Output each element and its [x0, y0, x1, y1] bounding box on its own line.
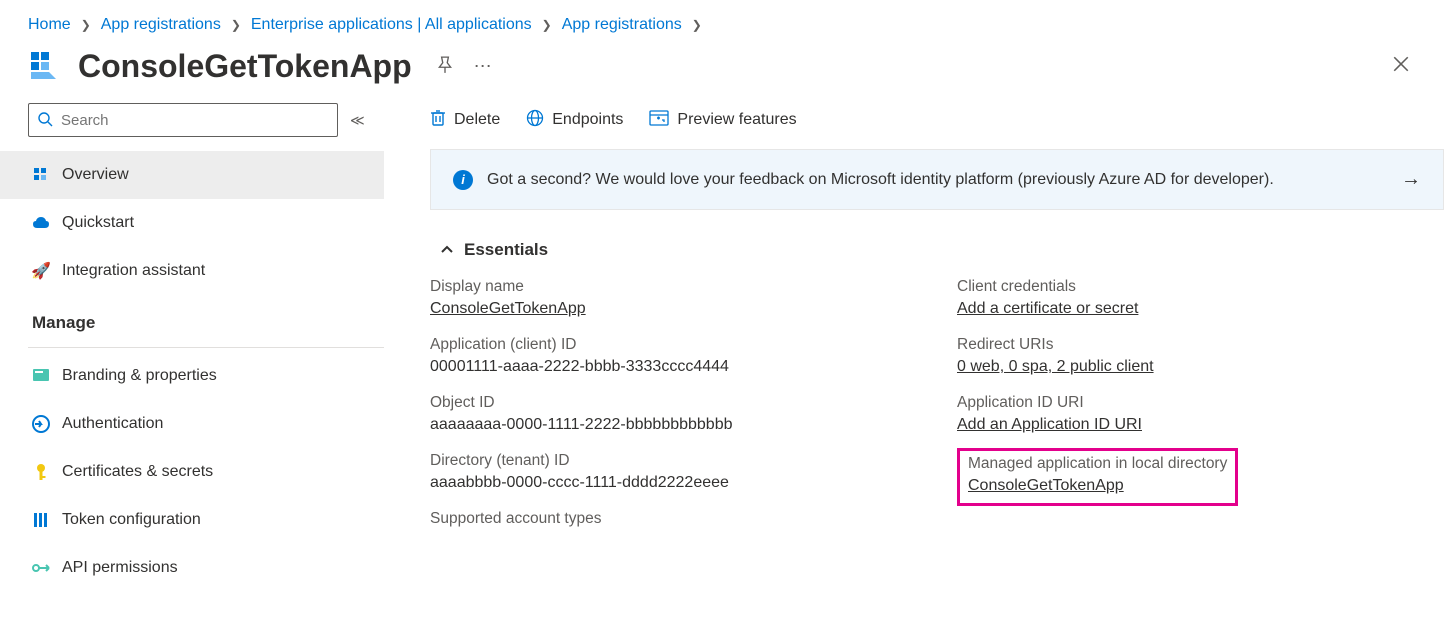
toolbar: Delete Endpoints Preview features: [430, 103, 1444, 143]
search-icon: [37, 111, 53, 130]
chevron-right-icon: ❯: [81, 18, 91, 32]
field-label-display-name: Display name: [430, 278, 917, 296]
arrow-right-icon[interactable]: →: [1401, 168, 1421, 191]
token-icon: [32, 511, 50, 529]
managed-app-highlight: Managed application in local directory C…: [957, 448, 1238, 506]
search-box[interactable]: [28, 103, 338, 137]
globe-icon: [526, 109, 544, 132]
sidebar-item-label: Certificates & secrets: [62, 463, 213, 481]
sidebar-item-integration-assistant[interactable]: 🚀 Integration assistant: [0, 247, 384, 295]
rocket-icon: 🚀: [32, 262, 50, 280]
toolbar-label: Endpoints: [552, 111, 623, 129]
add-app-id-uri-link[interactable]: Add an Application ID URI: [957, 416, 1142, 433]
title-bar: ConsoleGetTokenApp ⋯: [0, 42, 1444, 103]
close-icon[interactable]: [1386, 49, 1416, 85]
trash-icon: [430, 109, 446, 132]
delete-button[interactable]: Delete: [430, 109, 500, 132]
api-icon: [32, 559, 50, 577]
chevron-right-icon: ❯: [542, 18, 552, 32]
search-input[interactable]: [61, 112, 329, 129]
client-id-value: 00001111-aaaa-2222-bbbb-3333cccc4444: [430, 358, 917, 376]
field-label-credentials: Client credentials: [957, 278, 1444, 296]
preview-icon: [649, 110, 669, 131]
sidebar-item-certificates[interactable]: Certificates & secrets: [0, 448, 384, 496]
field-label-account-types: Supported account types: [430, 510, 917, 528]
info-icon: i: [453, 170, 473, 190]
field-label-app-id-uri: Application ID URI: [957, 394, 1444, 412]
collapse-sidebar-icon[interactable]: ≪: [350, 112, 365, 129]
main-content: Delete Endpoints Preview features i Got …: [396, 103, 1444, 592]
sidebar-item-token-config[interactable]: Token configuration: [0, 496, 384, 544]
sidebar-item-label: Overview: [62, 166, 129, 184]
more-icon[interactable]: ⋯: [474, 56, 494, 77]
field-label-tenant-id: Directory (tenant) ID: [430, 452, 917, 470]
sidebar-item-label: Authentication: [62, 415, 163, 433]
pin-icon[interactable]: [436, 56, 454, 77]
chevron-right-icon: ❯: [692, 18, 702, 32]
banner-text: Got a second? We would love your feedbac…: [487, 171, 1274, 189]
toolbar-label: Delete: [454, 111, 500, 129]
managed-app-link[interactable]: ConsoleGetTokenApp: [968, 477, 1124, 494]
sidebar-section-manage: Manage: [28, 295, 384, 343]
object-id-value: aaaaaaaa-0000-1111-2222-bbbbbbbbbbbb: [430, 416, 917, 434]
sidebar-item-label: Quickstart: [62, 214, 134, 232]
toolbar-label: Preview features: [677, 111, 796, 129]
field-label-managed-app: Managed application in local directory: [968, 455, 1227, 473]
sidebar-item-label: API permissions: [62, 559, 178, 577]
key-icon: [32, 463, 50, 481]
chevron-up-icon: [440, 240, 454, 260]
preview-features-button[interactable]: Preview features: [649, 110, 796, 131]
essentials-grid: Display name ConsoleGetTokenApp Applicat…: [430, 278, 1444, 546]
display-name-link[interactable]: ConsoleGetTokenApp: [430, 300, 586, 317]
sidebar-item-label: Integration assistant: [62, 262, 205, 280]
sidebar-item-overview[interactable]: Overview: [0, 151, 384, 199]
breadcrumb-item[interactable]: Enterprise applications | All applicatio…: [251, 16, 532, 34]
breadcrumb: Home ❯ App registrations ❯ Enterprise ap…: [0, 0, 1444, 42]
field-label-object-id: Object ID: [430, 394, 917, 412]
page-title: ConsoleGetTokenApp: [78, 48, 412, 85]
sidebar-item-api-permissions[interactable]: API permissions: [0, 544, 384, 592]
breadcrumb-item[interactable]: Home: [28, 16, 71, 34]
authentication-icon: [32, 415, 50, 433]
redirect-uris-link[interactable]: 0 web, 0 spa, 2 public client: [957, 358, 1154, 375]
sidebar-item-label: Token configuration: [62, 511, 201, 529]
sidebar: ≪ Overview Quickstart 🚀 Integration assi…: [28, 103, 396, 592]
field-label-redirect: Redirect URIs: [957, 336, 1444, 354]
breadcrumb-item[interactable]: App registrations: [562, 16, 682, 34]
essentials-label: Essentials: [464, 240, 548, 260]
divider: [28, 347, 384, 348]
app-registration-icon: [28, 49, 64, 85]
tenant-id-value: aaaabbbb-0000-cccc-1111-dddd2222eeee: [430, 474, 917, 492]
add-credential-link[interactable]: Add a certificate or secret: [957, 300, 1138, 317]
essentials-toggle[interactable]: Essentials: [440, 240, 1444, 260]
sidebar-item-quickstart[interactable]: Quickstart: [0, 199, 384, 247]
chevron-right-icon: ❯: [231, 18, 241, 32]
feedback-banner[interactable]: i Got a second? We would love your feedb…: [430, 149, 1444, 210]
sidebar-item-branding[interactable]: Branding & properties: [0, 352, 384, 400]
field-label-client-id: Application (client) ID: [430, 336, 917, 354]
cloud-icon: [32, 214, 50, 232]
branding-icon: [32, 367, 50, 385]
sidebar-item-authentication[interactable]: Authentication: [0, 400, 384, 448]
endpoints-button[interactable]: Endpoints: [526, 109, 623, 132]
grid-icon: [32, 166, 50, 184]
sidebar-item-label: Branding & properties: [62, 367, 217, 385]
breadcrumb-item[interactable]: App registrations: [101, 16, 221, 34]
